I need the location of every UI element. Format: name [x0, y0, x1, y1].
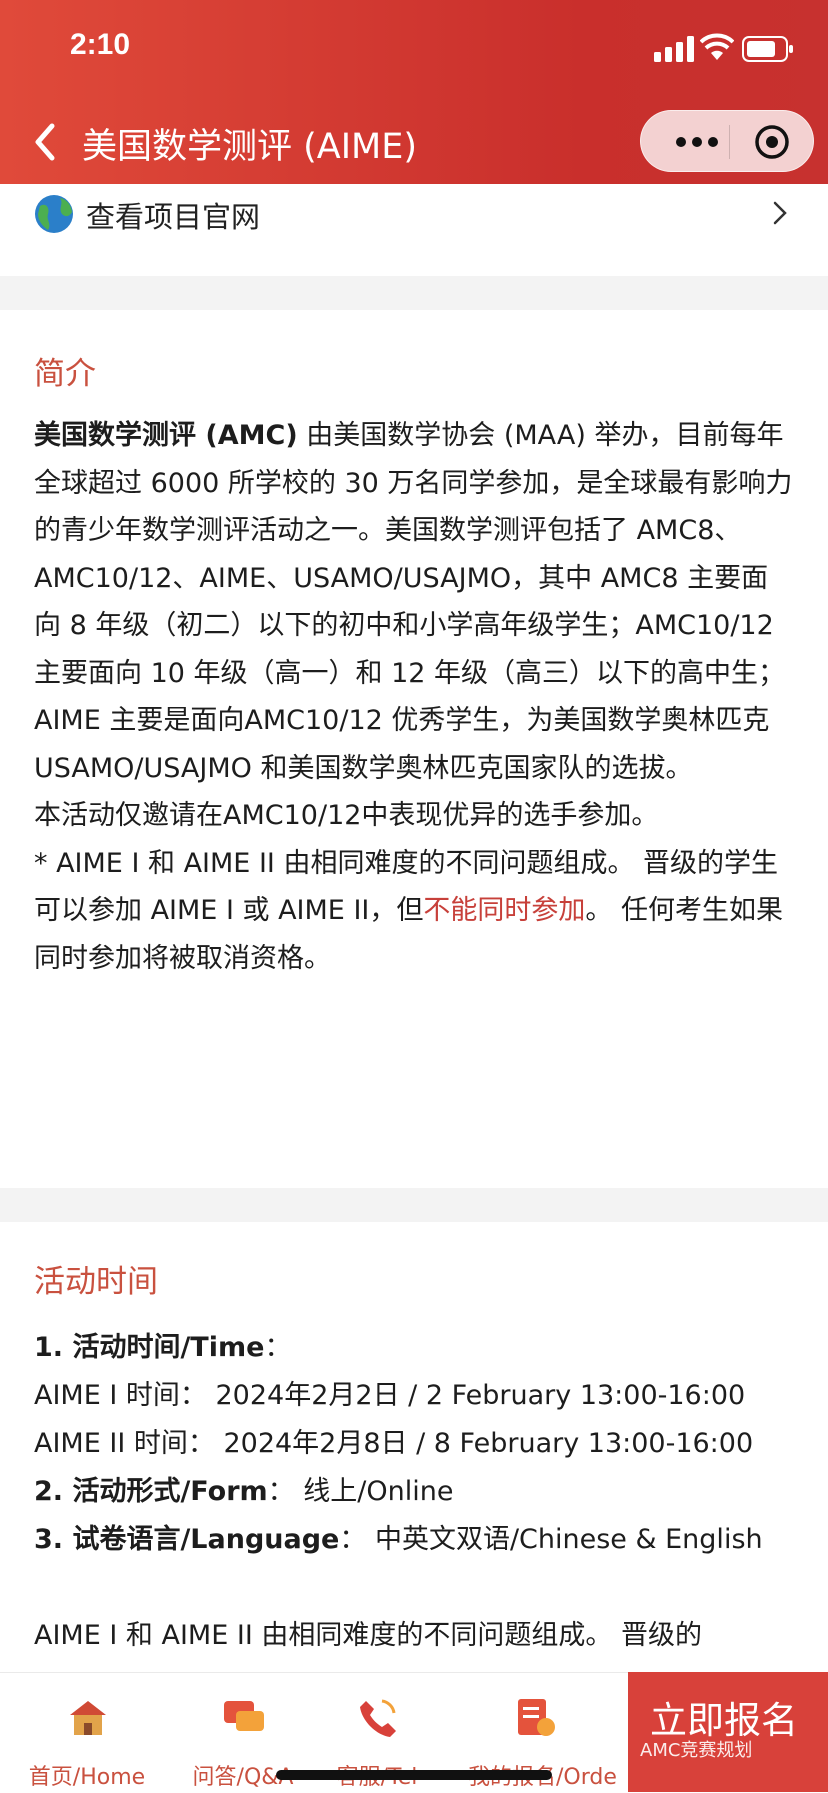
signup-button[interactable]: 立即报名: [628, 1672, 828, 1792]
aime-ii-time: AIME II 时间： 2024年2月8日 / 8 February 13:00…: [34, 1428, 754, 1459]
form-label: 2. 活动形式/Form: [34, 1476, 268, 1507]
time-label: 1. 活动时间/Time: [34, 1332, 265, 1363]
intro-note-highlight: 不能同时参加: [423, 895, 586, 926]
official-site-link[interactable]: 查看项目官网: [0, 184, 828, 276]
aime-note: AIME I 和 AIME II 由相同难度的不同问题组成。 晋级的: [34, 1620, 702, 1651]
wifi-icon: [700, 33, 734, 60]
official-site-label: 查看项目官网: [86, 200, 261, 234]
cellular-signal-icon: [654, 36, 694, 62]
section-divider: [0, 1188, 828, 1222]
mini-program-capsule: [640, 110, 814, 172]
chat-bubble-icon: [224, 1701, 264, 1731]
intro-paragraph: 由美国数学协会 (MAA) 举办，目前每年全球超过 6000 所学校的 30 万…: [34, 420, 793, 784]
language-label: 3. 试卷语言/Language: [34, 1524, 340, 1555]
registration-form-icon: [518, 1699, 555, 1736]
language-value: ： 中英文双语/Chinese & English: [339, 1524, 763, 1555]
page-title: 美国数学测评 (AIME): [82, 127, 418, 167]
capsule-divider: [729, 125, 730, 159]
intro-bold-title: 美国数学测评 (AMC): [34, 420, 298, 451]
status-bar: 2:10: [0, 0, 828, 90]
schedule-heading: 活动时间: [34, 1264, 158, 1300]
app-header: 2:10 美国数学测评 (AIME): [0, 0, 828, 184]
home-indicator: [276, 1770, 552, 1780]
navigation-bar: 美国数学测评 (AIME): [0, 100, 828, 184]
tab-home[interactable]: 首页/Home: [22, 1673, 152, 1793]
watermark-text: AMC竞赛规划: [640, 1740, 753, 1761]
chevron-right-icon: [773, 201, 787, 225]
home-icon: [70, 1701, 106, 1735]
status-time: 2:10: [70, 28, 131, 61]
intro-text: 美国数学测评 (AMC) 由美国数学协会 (MAA) 举办，目前每年全球超过 6…: [34, 412, 794, 982]
battery-icon: [742, 36, 793, 62]
intro-invitation: 本活动仅邀请在AMC10/12中表现优异的选手参加。: [34, 800, 659, 831]
tab-home-label: 首页/Home: [28, 1765, 146, 1790]
back-arrow-icon[interactable]: [30, 120, 58, 164]
phone-icon: [360, 1699, 396, 1737]
globe-icon: [35, 195, 73, 233]
form-value: ： 线上/Online: [267, 1476, 454, 1507]
close-mini-program-icon[interactable]: [753, 123, 791, 161]
aime-i-time: AIME I 时间： 2024年2月2日 / 2 February 13:00-…: [34, 1380, 746, 1411]
schedule-details: 1. 活动时间/Time： AIME I 时间： 2024年2月2日 / 2 F…: [34, 1324, 814, 1660]
section-divider: [0, 276, 828, 310]
time-colon: ：: [264, 1332, 292, 1363]
intro-heading: 简介: [34, 356, 96, 392]
more-options-icon[interactable]: [667, 125, 727, 159]
